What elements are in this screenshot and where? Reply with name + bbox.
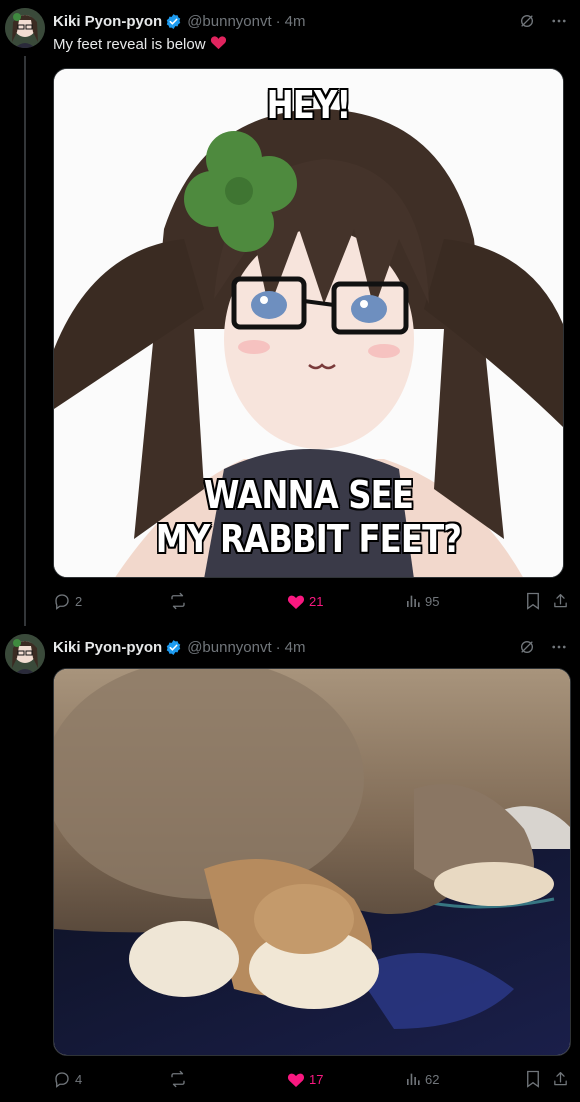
separator-dot: · bbox=[275, 638, 281, 656]
retweet-icon bbox=[171, 592, 185, 610]
author-handle[interactable]: @bunnyonvt bbox=[187, 639, 271, 656]
tweet-timestamp[interactable]: 4m bbox=[285, 13, 306, 30]
bookmark-icon bbox=[527, 1070, 539, 1088]
heart-icon bbox=[287, 1073, 305, 1087]
heart-icon bbox=[287, 595, 305, 609]
meme-caption-line-1: WANNA SEE bbox=[203, 473, 414, 517]
views-chart-icon bbox=[407, 1073, 420, 1085]
tweet-1[interactable]: Kiki Pyon-pyon @bunnyonvt · 4m My feet r… bbox=[0, 0, 580, 620]
author-name[interactable]: Kiki Pyon-pyon bbox=[53, 13, 162, 30]
grok-icon[interactable] bbox=[518, 638, 536, 656]
bookmark-button[interactable] bbox=[525, 591, 541, 611]
avatar[interactable] bbox=[5, 8, 45, 48]
views-count: 62 bbox=[425, 1071, 440, 1087]
retweet-button[interactable] bbox=[169, 591, 191, 611]
more-options-icon[interactable] bbox=[550, 638, 568, 656]
tweet-text: My feet reveal is below bbox=[53, 34, 227, 54]
tweet-media-image[interactable] bbox=[53, 668, 571, 1056]
tweet-action-bar: 4 17 62 bbox=[53, 1069, 571, 1089]
avatar[interactable] bbox=[5, 634, 45, 674]
views-count: 95 bbox=[425, 593, 440, 609]
like-count: 21 bbox=[309, 593, 324, 609]
bookmark-button[interactable] bbox=[525, 1069, 541, 1089]
tweet-text-content: My feet reveal is below bbox=[53, 35, 206, 53]
verified-badge-icon bbox=[165, 13, 182, 30]
verified-badge-icon bbox=[165, 639, 182, 656]
more-options-icon[interactable] bbox=[550, 12, 568, 30]
retweet-button[interactable] bbox=[169, 1069, 191, 1089]
reply-button[interactable]: 2 bbox=[53, 591, 82, 611]
views-button[interactable]: 62 bbox=[405, 1069, 439, 1089]
tweet-2[interactable]: Kiki Pyon-pyon @bunnyonvt · 4m 4 17 62 bbox=[0, 626, 580, 1102]
share-button[interactable] bbox=[552, 1069, 569, 1089]
tweet-media-image[interactable]: HEY! WANNA SEE MY RABBIT FEET? bbox=[53, 68, 564, 578]
tweet-header: Kiki Pyon-pyon @bunnyonvt · 4m bbox=[53, 10, 305, 32]
like-button[interactable]: 17 bbox=[287, 1069, 323, 1089]
bookmark-icon bbox=[527, 592, 539, 610]
tweet-timestamp[interactable]: 4m bbox=[285, 639, 306, 656]
tweet-header: Kiki Pyon-pyon @bunnyonvt · 4m bbox=[53, 636, 305, 658]
share-button[interactable] bbox=[552, 591, 569, 611]
meme-caption-bottom: WANNA SEE MY RABBIT FEET? bbox=[92, 473, 525, 561]
meme-caption-line-2: MY RABBIT FEET? bbox=[155, 517, 462, 561]
reply-button[interactable]: 4 bbox=[53, 1069, 82, 1089]
rabbit-feet-photo bbox=[54, 669, 570, 1055]
tweet-action-bar: 2 21 95 bbox=[53, 591, 571, 611]
retweet-icon bbox=[171, 1070, 185, 1088]
tweet-top-actions bbox=[518, 638, 568, 656]
author-handle[interactable]: @bunnyonvt bbox=[187, 13, 271, 30]
reply-icon bbox=[55, 594, 69, 610]
reply-icon bbox=[55, 1072, 69, 1088]
tweet-top-actions bbox=[518, 12, 568, 30]
meme-caption-top: HEY! bbox=[266, 83, 352, 127]
grok-icon[interactable] bbox=[518, 12, 536, 30]
views-chart-icon bbox=[407, 595, 420, 607]
share-icon bbox=[554, 593, 567, 608]
heart-emoji-icon bbox=[210, 34, 227, 54]
share-icon bbox=[554, 1071, 567, 1086]
like-button[interactable]: 21 bbox=[287, 591, 323, 611]
views-button[interactable]: 95 bbox=[405, 591, 439, 611]
reply-count: 2 bbox=[75, 593, 83, 609]
like-count: 17 bbox=[309, 1071, 324, 1087]
reply-count: 4 bbox=[75, 1071, 83, 1087]
separator-dot: · bbox=[275, 12, 281, 30]
author-name[interactable]: Kiki Pyon-pyon bbox=[53, 639, 162, 656]
